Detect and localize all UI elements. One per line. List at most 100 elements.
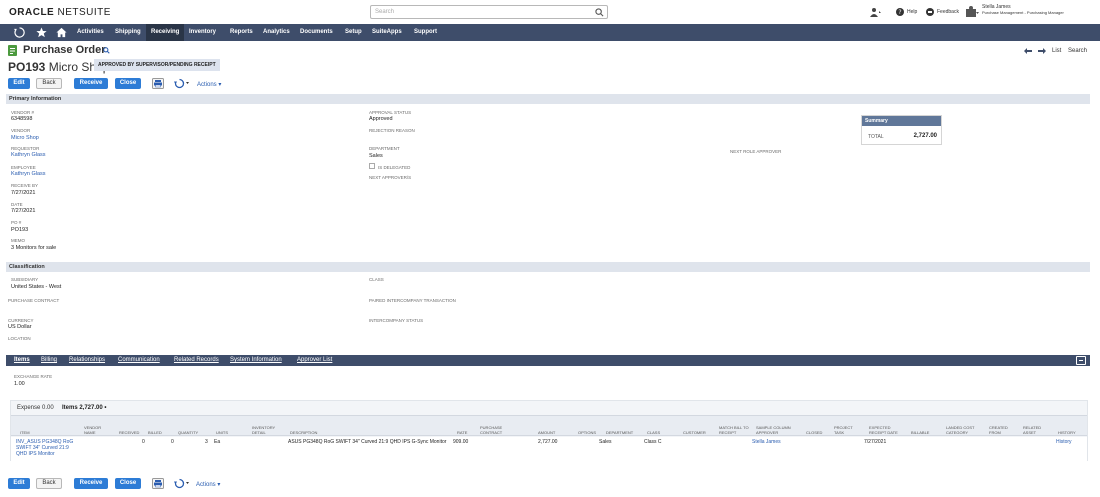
- recent-icon[interactable]: [14, 27, 25, 38]
- search-placeholder: Search: [375, 9, 395, 15]
- receive-by-label: Receive By: [11, 183, 39, 188]
- column-header-sample-column-approver[interactable]: Sample Column Approver: [756, 417, 792, 435]
- received-cell: 0: [142, 439, 145, 445]
- close-button-bottom[interactable]: Close: [115, 478, 141, 489]
- is-delegated-checkbox[interactable]: [369, 163, 375, 169]
- nav-item-documents[interactable]: Documents: [300, 24, 333, 41]
- column-header-class[interactable]: Class: [647, 417, 671, 435]
- feedback-link[interactable]: Feedback: [937, 9, 959, 15]
- print-icon[interactable]: [152, 478, 164, 489]
- back-button-bottom[interactable]: Back: [36, 478, 62, 489]
- expense-subtab[interactable]: Expense 0.00: [17, 405, 54, 411]
- receive-button[interactable]: Receive: [74, 78, 108, 89]
- nav-item-setup[interactable]: Setup: [345, 24, 362, 41]
- user-menu[interactable]: Stella James Purchase Management - Purch…: [982, 4, 1064, 16]
- nav-item-reports[interactable]: Reports: [230, 24, 253, 41]
- nav-item-suiteapps[interactable]: SuiteApps: [372, 24, 402, 41]
- table-row[interactable]: INV_ASUS PG348Q RoG SWIFT 34" Curved 21:…: [11, 437, 1087, 461]
- subtab-system-information[interactable]: System Information: [230, 355, 282, 366]
- column-header-quantity[interactable]: Quantity: [178, 417, 208, 435]
- column-header-match-bill-to-receipt[interactable]: Match Bill to Receipt: [719, 417, 749, 435]
- column-header-purchase-contract[interactable]: Purchase Contract: [480, 417, 512, 435]
- vendor-link[interactable]: Micro Shop: [11, 135, 39, 141]
- nav-item-shipping[interactable]: Shipping: [115, 24, 141, 41]
- receive-by-value: 7/27/2021: [11, 190, 36, 196]
- chevron-down-icon: ▾: [217, 482, 221, 488]
- column-header-customer[interactable]: Customer: [683, 417, 715, 435]
- global-search-input[interactable]: Search: [370, 5, 608, 19]
- refresh-icon[interactable]: [174, 78, 190, 89]
- actions-menu-bottom[interactable]: Actions ▾: [196, 481, 220, 488]
- help-link[interactable]: Help: [907, 9, 917, 15]
- print-icon[interactable]: [152, 78, 164, 89]
- employee-link[interactable]: Kathryn Glass: [11, 171, 46, 177]
- recent-records-icon[interactable]: [870, 7, 882, 17]
- items-subtab[interactable]: Items 2,727.00 •: [62, 405, 106, 411]
- summary-heading: Summary: [862, 116, 941, 126]
- search-icon[interactable]: [595, 8, 604, 17]
- actions-label: Actions: [197, 82, 217, 88]
- location-label: Location: [8, 336, 31, 341]
- nav-item-analytics[interactable]: Analytics: [263, 24, 290, 41]
- search-icon[interactable]: [103, 47, 110, 54]
- actions-menu[interactable]: Actions ▾: [197, 81, 221, 88]
- collapse-icon[interactable]: [1076, 356, 1086, 365]
- edit-button[interactable]: Edit: [8, 78, 30, 89]
- column-header-options[interactable]: Options: [578, 417, 602, 435]
- column-header-description[interactable]: Description: [290, 417, 350, 435]
- column-header-created-from[interactable]: Created From: [989, 417, 1015, 435]
- subtab-relationships[interactable]: Relationships: [69, 355, 105, 366]
- column-header-units[interactable]: Units: [216, 417, 242, 435]
- refresh-icon[interactable]: [174, 478, 190, 489]
- primary-information-header[interactable]: Primary Information: [6, 94, 1090, 104]
- forward-arrow-icon[interactable]: [1038, 48, 1046, 54]
- nav-item-receiving[interactable]: Receiving: [146, 24, 185, 41]
- column-header-received[interactable]: Received: [119, 417, 145, 435]
- column-header-billed[interactable]: Billed: [148, 417, 174, 435]
- nav-item-inventory[interactable]: Inventory: [189, 24, 216, 41]
- subtab-approver-list[interactable]: Approver List: [297, 355, 332, 366]
- column-header-project-task[interactable]: Project Task: [834, 417, 860, 435]
- column-header-closed[interactable]: Closed: [806, 417, 830, 435]
- classification-header[interactable]: Classification: [6, 262, 1090, 272]
- subtab-billing[interactable]: Billing: [41, 355, 57, 366]
- edit-button-bottom[interactable]: Edit: [8, 478, 30, 489]
- home-icon[interactable]: [56, 27, 67, 38]
- top-bar: ORACLE NETSUITE Search ? Help Feedback S…: [0, 0, 1100, 24]
- column-header-inventory-detail[interactable]: Inventory Detail: [252, 417, 282, 435]
- history-link[interactable]: History: [1056, 439, 1072, 445]
- column-header-rate[interactable]: Rate: [457, 417, 477, 435]
- column-header-vendor-name[interactable]: Vendor Name: [84, 417, 112, 435]
- column-header-item[interactable]: Item: [20, 417, 50, 435]
- subtab-items[interactable]: Items: [14, 355, 30, 366]
- column-header-history[interactable]: History: [1058, 417, 1084, 435]
- rejection-reason-label: Rejection Reason: [369, 128, 415, 133]
- date-value: 7/27/2021: [11, 208, 36, 214]
- help-icon[interactable]: ?: [896, 8, 904, 16]
- back-arrow-icon[interactable]: [1024, 48, 1032, 54]
- column-header-related-asset[interactable]: Related Asset: [1023, 417, 1049, 435]
- purchase-order-icon: [8, 45, 17, 56]
- actions-label: Actions: [196, 482, 216, 488]
- column-header-landed-cost-category[interactable]: Landed Cost Category: [946, 417, 982, 435]
- requestor-link[interactable]: Kathryn Glass: [11, 152, 46, 158]
- nav-item-activities[interactable]: Activities: [77, 24, 104, 41]
- receive-button-bottom[interactable]: Receive: [74, 478, 108, 489]
- close-button[interactable]: Close: [115, 78, 141, 89]
- column-header-amount[interactable]: Amount: [538, 417, 566, 435]
- subtab-related-records[interactable]: Related Records: [174, 355, 219, 366]
- item-link[interactable]: INV_ASUS PG348Q RoG SWIFT 34" Curved 21:…: [16, 439, 78, 457]
- search-link[interactable]: Search: [1068, 48, 1087, 54]
- feedback-icon[interactable]: [926, 8, 934, 16]
- subtab-communication[interactable]: Communication: [118, 355, 160, 366]
- star-icon[interactable]: [36, 27, 47, 38]
- column-header-billable[interactable]: Billable: [911, 417, 937, 435]
- user-role-icon[interactable]: [966, 6, 979, 17]
- list-link[interactable]: List: [1052, 48, 1061, 54]
- column-header-department[interactable]: Department: [606, 417, 642, 435]
- column-header-expected-receipt-date[interactable]: Expected Receipt Date: [869, 417, 903, 435]
- back-button[interactable]: Back: [36, 78, 62, 89]
- netsuite-logo[interactable]: ORACLE NETSUITE: [9, 7, 111, 18]
- nav-item-support[interactable]: Support: [414, 24, 437, 41]
- approver-link[interactable]: Stella James: [752, 439, 781, 445]
